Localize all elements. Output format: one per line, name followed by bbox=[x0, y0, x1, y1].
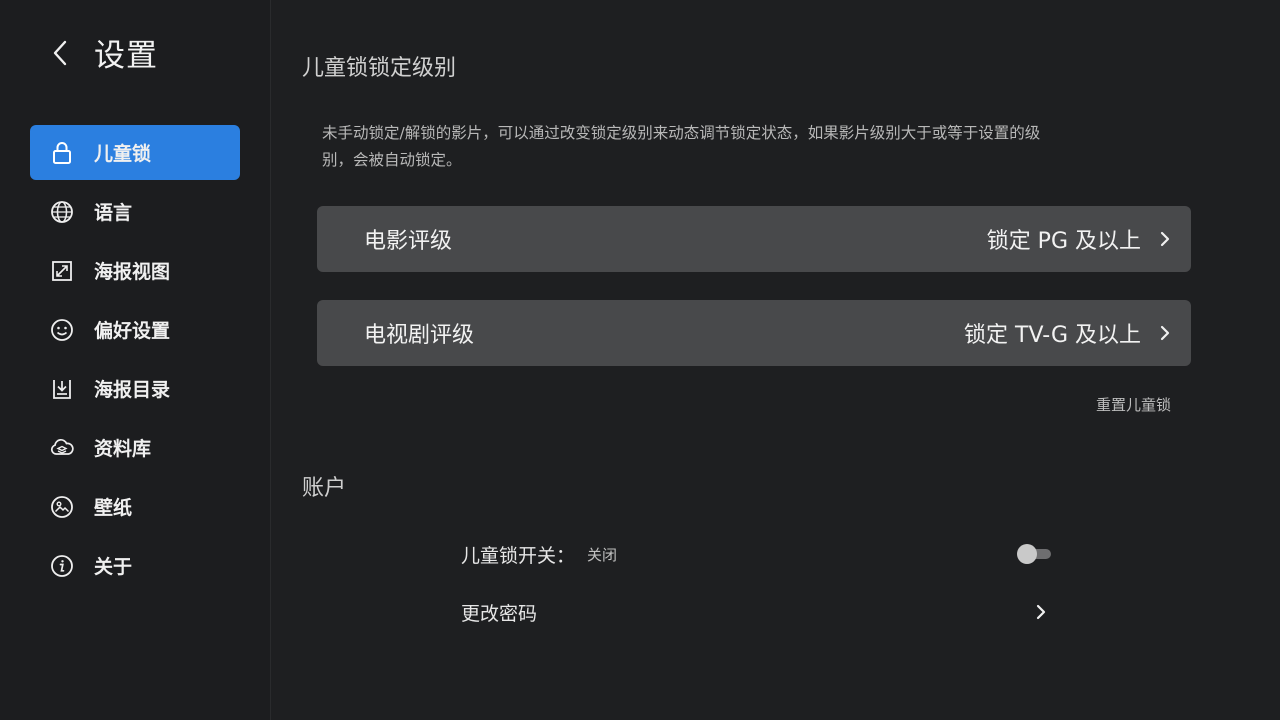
row-label: 电影评级 bbox=[364, 229, 453, 254]
description: 未手动锁定/解锁的影片，可以通过改变锁定级别来动态调节锁定状态，如果影片级别大于… bbox=[322, 124, 1041, 169]
sidebar-item-label: 海报视图 bbox=[94, 261, 171, 283]
sidebar-item-about[interactable]: 关于 bbox=[30, 538, 240, 593]
smiley-icon bbox=[50, 318, 74, 342]
sidebar: 设置 儿童锁 语言 海报视图 偏好设置 海报目录 资料库 壁纸 关于 bbox=[0, 0, 271, 720]
section-title: 儿童锁锁定级别 bbox=[302, 56, 457, 81]
sidebar-item-label: 语言 bbox=[94, 202, 133, 224]
child-lock-switch-status: 关闭 bbox=[587, 545, 618, 564]
sidebar-item-label: 偏好设置 bbox=[94, 320, 171, 342]
sidebar-item-label: 壁纸 bbox=[94, 497, 133, 519]
reset-child-lock-link[interactable]: 重置儿童锁 bbox=[1096, 394, 1171, 415]
image-icon bbox=[50, 495, 74, 519]
movie-rating-row[interactable]: 电影评级 锁定 PG 及以上 bbox=[317, 206, 1191, 272]
sidebar-nav: 儿童锁 语言 海报视图 偏好设置 海报目录 资料库 壁纸 关于 bbox=[30, 125, 240, 597]
lock-icon bbox=[50, 141, 74, 165]
child-lock-switch-label: 儿童锁开关： bbox=[461, 544, 576, 567]
chevron-left-icon bbox=[53, 40, 67, 65]
sidebar-item-label: 海报目录 bbox=[94, 379, 171, 401]
expand-icon bbox=[50, 259, 74, 283]
toggle-thumb bbox=[1017, 544, 1037, 564]
main-content: 儿童锁锁定级别 未手动锁定/解锁的影片，可以通过改变锁定级别来动态调节锁定状态，… bbox=[271, 0, 1280, 720]
row-value: 锁定 PG 及以上 bbox=[986, 229, 1141, 254]
sidebar-item-wallpaper[interactable]: 壁纸 bbox=[30, 479, 240, 534]
download-tray-icon bbox=[50, 377, 74, 401]
account-section-title: 账户 bbox=[302, 476, 347, 501]
sidebar-item-poster-view[interactable]: 海报视图 bbox=[30, 243, 240, 298]
cloud-layers-icon bbox=[50, 436, 74, 460]
sidebar-item-language[interactable]: 语言 bbox=[30, 184, 240, 239]
sidebar-item-child-lock[interactable]: 儿童锁 bbox=[30, 125, 240, 180]
info-icon bbox=[50, 554, 74, 578]
chevron-right-icon bbox=[1031, 602, 1051, 622]
sidebar-item-preferences[interactable]: 偏好设置 bbox=[30, 302, 240, 357]
child-lock-toggle[interactable] bbox=[1017, 544, 1051, 564]
chevron-right-icon bbox=[1155, 323, 1175, 343]
tv-rating-row[interactable]: 电视剧评级 锁定 TV-G 及以上 bbox=[317, 300, 1191, 366]
globe-icon bbox=[50, 200, 74, 224]
chevron-right-icon bbox=[1155, 229, 1175, 249]
sidebar-item-label: 关于 bbox=[94, 556, 133, 578]
row-value: 锁定 TV-G 及以上 bbox=[964, 323, 1141, 348]
change-password-label: 更改密码 bbox=[461, 602, 538, 625]
change-password-row[interactable]: 更改密码 bbox=[461, 597, 1051, 627]
header: 设置 bbox=[46, 30, 158, 75]
back-button[interactable] bbox=[46, 35, 74, 71]
sidebar-item-library[interactable]: 资料库 bbox=[30, 420, 240, 475]
sidebar-item-label: 儿童锁 bbox=[94, 143, 152, 165]
page-title: 设置 bbox=[94, 38, 158, 74]
child-lock-switch-row: 儿童锁开关： 关闭 bbox=[461, 539, 1051, 569]
row-label: 电视剧评级 bbox=[364, 323, 475, 348]
sidebar-item-label: 资料库 bbox=[94, 438, 152, 460]
sidebar-item-poster-directory[interactable]: 海报目录 bbox=[30, 361, 240, 416]
